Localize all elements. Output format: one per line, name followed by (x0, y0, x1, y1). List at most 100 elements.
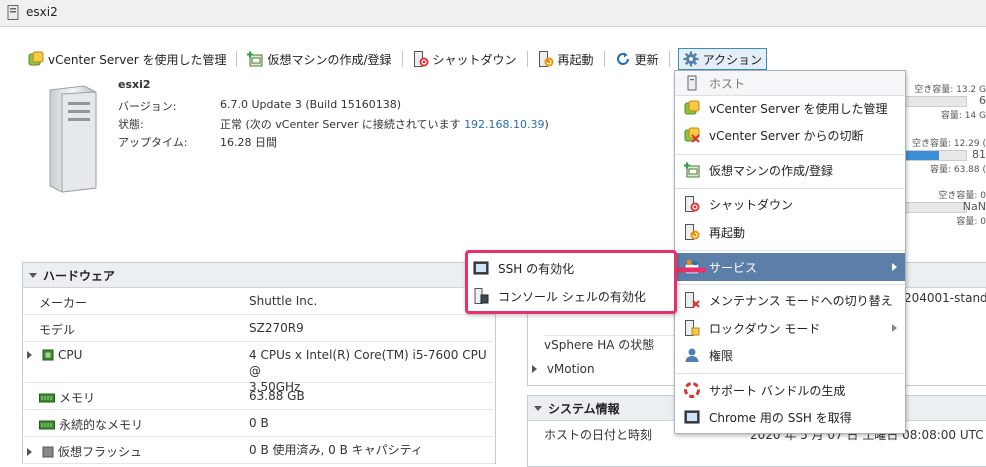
version-label: バージョン: (118, 100, 177, 113)
toolbar-divider (236, 51, 238, 67)
menu-item-maintenance-mode[interactable]: メンテナンス モードへの切り替え (675, 288, 905, 312)
shutdown-icon (685, 196, 700, 212)
image-profile-value: 204001-standar (904, 291, 986, 305)
submenu-arrow-icon (892, 324, 897, 332)
create-vm-button[interactable]: 仮想マシンの作成/登録 (245, 48, 393, 70)
refresh-label: 更新 (634, 52, 659, 67)
collapse-caret-icon (29, 272, 37, 278)
persistent-memory-icon (39, 420, 55, 429)
host-icon (687, 75, 697, 91)
menu-item-services[interactable]: サービス (675, 253, 905, 281)
reboot-icon (538, 51, 554, 67)
vflash-key-label: 仮想フラッシュ (58, 445, 143, 459)
memory-key: メモリ (39, 389, 95, 406)
menu-item-label: 仮想マシンの作成/登録 (709, 163, 834, 178)
reboot-label: 再起動 (557, 52, 594, 67)
shutdown-icon (413, 51, 429, 67)
menu-item-create-vm[interactable]: 仮想マシンの作成/登録 (675, 158, 905, 182)
system-info-title: システム情報 (548, 401, 620, 416)
actions-menu: ホスト vCenter Server を使用した管理 vCenter Serve… (674, 70, 906, 434)
shutdown-label: シャットダウン (432, 52, 517, 67)
hardware-row: 永続的なメモリ 0 B (23, 410, 493, 437)
hardware-row-vflash[interactable]: 仮想フラッシュ 0 B 使用済み, 0 B キャパシティ (23, 437, 493, 464)
vcenter-manage-icon (684, 100, 700, 115)
menu-item-manage-vcenter[interactable]: vCenter Server を使用した管理 (675, 96, 905, 120)
create-vm-icon (684, 162, 700, 178)
server-icon (7, 5, 19, 20)
hardware-value: SZ270R9 (249, 321, 304, 335)
menu-item-shutdown[interactable]: シャットダウン (675, 192, 905, 216)
reboot-button[interactable]: 再起動 (536, 48, 596, 70)
menu-item-lockdown-mode[interactable]: ロックダウン モード (675, 316, 905, 340)
menu-item-label: シャットダウン (709, 197, 794, 212)
menu-item-label: 権限 (709, 348, 734, 363)
hardware-row: モデル SZ270R9 (23, 315, 493, 342)
state-label: 状態: (118, 118, 144, 131)
memory-usage-fill (906, 151, 939, 160)
ssh-icon (473, 261, 489, 275)
submenu-arrow-icon (892, 263, 897, 271)
cpu-capacity: 容量: 14 G (940, 111, 986, 121)
expand-caret-icon (27, 351, 32, 359)
menu-item-reboot[interactable]: 再起動 (675, 220, 905, 244)
menu-item-chrome-ssh[interactable]: Chrome 用の SSH を取得 (675, 405, 905, 429)
support-bundle-icon (684, 382, 700, 398)
menu-item-label: サービス (709, 260, 758, 275)
menu-divider (675, 154, 905, 155)
reboot-icon (685, 224, 700, 240)
window-title: esxi2 (26, 5, 58, 19)
actions-button[interactable]: アクション (677, 48, 767, 70)
menu-item-label: メンテナンス モードへの切り替え (709, 293, 893, 308)
toolbar-divider (401, 51, 403, 67)
submenu-item-label: SSH の有効化 (498, 261, 575, 276)
host-toolbar: vCenter Server を使用した管理 仮想マシンの作成/登録 シャットダ… (26, 48, 767, 70)
expand-caret-icon (27, 447, 32, 456)
cpu-key-label: CPU (58, 348, 83, 362)
create-vm-icon (247, 51, 263, 67)
hardware-panel: ハードウェア メーカー Shuttle Inc. モデル SZ270R9 CPU… (22, 262, 496, 464)
menu-divider (675, 250, 905, 251)
menu-item-label: サポート バンドルの生成 (709, 383, 846, 398)
expand-caret-icon (532, 365, 537, 373)
services-submenu: SSH の有効化 コンソール シェルの有効化 (465, 250, 677, 314)
menu-item-label: Chrome 用の SSH を取得 (709, 410, 852, 425)
storage-percent: NaN (962, 200, 986, 213)
hardware-row: メモリ 63.88 GB (23, 383, 493, 410)
hardware-row-cpu[interactable]: CPU 4 CPUs x Intel(R) Core(TM) i5-7600 C… (23, 342, 493, 394)
menu-item-permissions[interactable]: 権限 (675, 343, 905, 367)
menu-item-label: vCenter Server からの切断 (709, 128, 864, 143)
state-text: 正常 (次の vCenter Server に接続されています (220, 118, 465, 131)
menu-item-disconnect-vcenter[interactable]: vCenter Server からの切断 (675, 123, 905, 147)
toolbar-divider (526, 51, 528, 67)
cpu-value-line1: 4 CPUs x Intel(R) Core(TM) i5-7600 CPU @ (249, 348, 487, 378)
hardware-value: Shuttle Inc. (249, 294, 318, 308)
refresh-icon (616, 52, 629, 65)
maintenance-icon (685, 292, 700, 308)
submenu-item-enable-ssh[interactable]: SSH の有効化 (468, 256, 674, 280)
manage-vcenter-button[interactable]: vCenter Server を使用した管理 (26, 48, 228, 70)
menu-header-host: ホスト (675, 71, 905, 95)
menu-item-label: vCenter Server を使用した管理 (709, 101, 888, 116)
memory-usage-bar (905, 150, 967, 161)
memory-icon (39, 393, 55, 402)
manage-vcenter-label: vCenter Server を使用した管理 (48, 52, 227, 67)
shutdown-button[interactable]: シャットダウン (411, 48, 519, 70)
submenu-item-enable-console-shell[interactable]: コンソール シェルの有効化 (468, 284, 674, 308)
pmem-key-label: 永続的なメモリ (59, 418, 144, 432)
gear-icon (683, 51, 699, 67)
flash-icon (42, 446, 54, 457)
hardware-panel-header[interactable]: ハードウェア (23, 263, 495, 288)
storage-usage-bar (905, 202, 967, 213)
submenu-item-label: コンソール シェルの有効化 (498, 289, 646, 304)
vcenter-ip-link[interactable]: 192.168.10.39 (464, 118, 544, 131)
menu-item-label: ロックダウン モード (709, 321, 821, 336)
hardware-title: ハードウェア (43, 268, 116, 283)
menu-header-label: ホスト (709, 76, 746, 91)
vcenter-manage-icon (28, 51, 44, 66)
menu-divider (675, 373, 905, 374)
menu-item-support-bundle[interactable]: サポート バンドルの生成 (675, 378, 905, 402)
refresh-button[interactable]: 更新 (613, 48, 661, 70)
console-shell-icon (474, 288, 489, 304)
cpu-key: CPU (27, 348, 82, 362)
memory-key-label: メモリ (59, 391, 96, 405)
